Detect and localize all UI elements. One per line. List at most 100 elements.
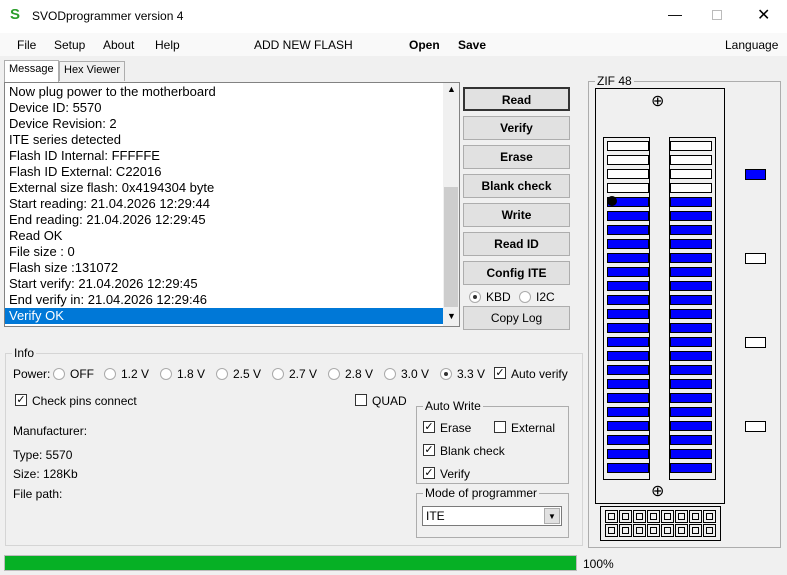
scroll-up-icon[interactable]: ▲	[447, 84, 456, 94]
zif-pin	[670, 379, 712, 389]
power-radio[interactable]	[53, 368, 65, 380]
zif-pin	[670, 421, 712, 431]
i2c-radio[interactable]	[519, 291, 531, 303]
zif-pin	[607, 169, 649, 179]
verify-button[interactable]: Verify	[463, 116, 570, 140]
power-option-label: 3.0 V	[401, 367, 430, 381]
power-option-label: 2.5 V	[233, 367, 262, 381]
write-button[interactable]: Write	[463, 203, 570, 227]
scrollbar[interactable]: ▲ ▼	[443, 83, 459, 326]
blank-check-button[interactable]: Blank check	[463, 174, 570, 198]
auto-verify-checkbox[interactable]: ✓	[494, 367, 506, 379]
socket-lever-icon: ⊕	[651, 93, 665, 110]
log-line[interactable]: File size : 0	[9, 244, 75, 260]
log-line[interactable]: ITE series detected	[9, 132, 121, 148]
close-icon[interactable]: ✕	[757, 5, 770, 25]
minimize-icon[interactable]: —	[668, 6, 682, 22]
scroll-thumb[interactable]	[444, 187, 458, 307]
menu-help[interactable]: Help	[155, 38, 180, 52]
read-button[interactable]: Read	[463, 87, 570, 111]
info-title: Info	[12, 346, 37, 360]
title-bar: S SVODprogrammer version 4 — ✕	[0, 0, 787, 33]
log-line[interactable]: End reading: 21.04.2026 12:29:45	[9, 212, 206, 228]
erase-button[interactable]: Erase	[463, 145, 570, 169]
menu-save[interactable]: Save	[458, 38, 486, 52]
power-radio[interactable]	[272, 368, 284, 380]
mode-select[interactable]: ITE ▼	[422, 506, 562, 526]
log-line[interactable]: Start reading: 21.04.2026 12:29:44	[9, 196, 210, 212]
menu-add-new-flash[interactable]: ADD NEW FLASH	[254, 38, 353, 52]
menu-language[interactable]: Language	[725, 38, 778, 52]
log-line[interactable]: Flash ID External: C22016	[9, 164, 161, 180]
power-radio[interactable]	[440, 368, 452, 380]
zif-pin	[607, 141, 649, 151]
tab-message[interactable]: Message	[4, 60, 59, 82]
zif-pin	[670, 239, 712, 249]
log-line[interactable]: External size flash: 0x4194304 byte	[9, 180, 214, 196]
power-radio[interactable]	[328, 368, 340, 380]
menu-open[interactable]: Open	[409, 38, 440, 52]
verify-checkbox[interactable]: ✓	[423, 467, 435, 479]
zif-pin	[670, 351, 712, 361]
check-pins-checkbox[interactable]: ✓	[15, 394, 27, 406]
config-ite-button[interactable]: Config ITE	[463, 261, 570, 285]
size-label: Size: 128Kb	[13, 467, 78, 481]
zif-pin	[607, 225, 649, 235]
connector-pin	[619, 510, 632, 523]
scroll-down-icon[interactable]: ▼	[447, 311, 456, 321]
power-option-label: 1.8 V	[177, 367, 206, 381]
menu-setup[interactable]: Setup	[54, 38, 85, 52]
zif-pin	[607, 351, 649, 361]
log-line[interactable]: End verify in: 21.04.2026 12:29:46	[9, 292, 207, 308]
maximize-icon[interactable]	[712, 10, 722, 20]
zif-pin	[607, 281, 649, 291]
log-line[interactable]: Device ID: 5570	[9, 100, 102, 116]
zif-pin	[607, 323, 649, 333]
message-log[interactable]: Now plug power to the motherboard Device …	[4, 82, 460, 327]
power-radio[interactable]	[160, 368, 172, 380]
copy-log-button[interactable]: Copy Log	[463, 306, 570, 330]
file-path-label: File path:	[13, 487, 63, 501]
zif-pin	[607, 393, 649, 403]
connector-pin	[661, 524, 674, 537]
log-line[interactable]: Start verify: 21.04.2026 12:29:45	[9, 276, 198, 292]
zif-pin	[670, 337, 712, 347]
connector-pin	[675, 524, 688, 537]
zif-pin	[670, 323, 712, 333]
status-indicator	[745, 421, 766, 432]
manufacturer-label: Manufacturer:	[13, 424, 88, 438]
log-line[interactable]: Device Revision: 2	[9, 116, 117, 132]
kbd-radio[interactable]	[469, 291, 481, 303]
log-line[interactable]: Read OK	[9, 228, 62, 244]
log-line[interactable]: Now plug power to the motherboard	[9, 84, 216, 100]
auto-write-title: Auto Write	[423, 399, 483, 413]
window-title: SVODprogrammer version 4	[32, 9, 184, 23]
tab-hex-viewer[interactable]: Hex Viewer	[59, 61, 126, 81]
mode-value: ITE	[426, 509, 445, 523]
progress-fill	[5, 556, 576, 570]
blank-check-checkbox[interactable]: ✓	[423, 444, 435, 456]
log-line[interactable]: Verify OK	[5, 308, 443, 324]
chevron-down-icon[interactable]: ▼	[544, 508, 560, 524]
log-line[interactable]: Flash ID Internal: FFFFFE	[9, 148, 160, 164]
zif-pin	[607, 421, 649, 431]
menu-about[interactable]: About	[103, 38, 134, 52]
power-option-label: 3.3 V	[457, 367, 486, 381]
type-label: Type: 5570	[13, 448, 73, 462]
status-indicator	[745, 253, 766, 264]
pin-connector	[600, 506, 721, 541]
zif-pin	[607, 463, 649, 473]
zif-pin	[670, 155, 712, 165]
read-id-button[interactable]: Read ID	[463, 232, 570, 256]
erase-checkbox[interactable]: ✓	[423, 421, 435, 433]
connector-pin	[661, 510, 674, 523]
external-checkbox[interactable]	[494, 421, 506, 433]
power-radio[interactable]	[104, 368, 116, 380]
power-radio[interactable]	[384, 368, 396, 380]
connector-pin	[633, 524, 646, 537]
menu-file[interactable]: File	[17, 38, 36, 52]
zif-pin	[607, 379, 649, 389]
log-line[interactable]: Flash size :131072	[9, 260, 118, 276]
power-radio[interactable]	[216, 368, 228, 380]
quad-checkbox[interactable]	[355, 394, 367, 406]
